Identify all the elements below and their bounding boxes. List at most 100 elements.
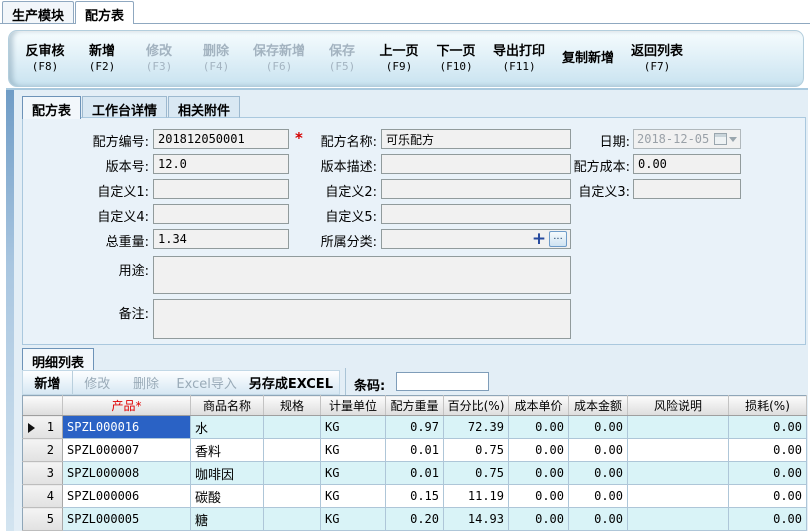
cell-unit[interactable]: KG xyxy=(321,462,386,485)
cell-unit[interactable]: KG xyxy=(321,416,386,439)
table-row: 1 SPZL000016 水 KG 0.97 72.39 0.00 0.00 0… xyxy=(23,416,807,439)
tab-related-attachments[interactable]: 相关附件 xyxy=(168,96,240,118)
cell-cost[interactable]: 0.00 xyxy=(569,439,628,462)
cell-cost[interactable]: 0.00 xyxy=(569,508,628,531)
cell-spec[interactable] xyxy=(264,485,321,508)
cell-unit-cost[interactable]: 0.00 xyxy=(509,485,569,508)
recipe-no-input[interactable] xyxy=(153,129,289,149)
next-page-button[interactable]: 下一页 (F10) xyxy=(436,36,476,82)
cell-weight[interactable]: 0.15 xyxy=(386,485,444,508)
col-spec: 规格 xyxy=(264,396,321,416)
save-as-excel-button[interactable]: 另存成EXCEL xyxy=(243,371,339,394)
cell-unit[interactable]: KG xyxy=(321,485,386,508)
row-header[interactable]: 2 xyxy=(23,439,63,462)
cell-unit-cost[interactable]: 0.00 xyxy=(509,439,569,462)
cell-cost[interactable]: 0.00 xyxy=(569,416,628,439)
save-new-button: 保存新增 (F6) xyxy=(253,36,305,82)
cell-loss[interactable]: 0.00 xyxy=(729,508,807,531)
cell-percent[interactable]: 72.39 xyxy=(444,416,509,439)
chevron-down-icon xyxy=(729,137,737,142)
cell-unit-cost[interactable]: 0.00 xyxy=(509,508,569,531)
cell-percent[interactable]: 14.93 xyxy=(444,508,509,531)
add-button[interactable]: 新增 (F2) xyxy=(82,36,122,82)
cell-loss[interactable]: 0.00 xyxy=(729,416,807,439)
cell-product[interactable]: SPZL000005 xyxy=(63,508,191,531)
barcode-input[interactable] xyxy=(396,372,489,391)
copy-new-button[interactable]: 复制新增 xyxy=(562,36,614,82)
cell-weight[interactable]: 0.01 xyxy=(386,462,444,485)
cell-spec[interactable] xyxy=(264,439,321,462)
row-header[interactable]: 5 xyxy=(23,508,63,531)
row-header[interactable]: 4 xyxy=(23,485,63,508)
export-print-button[interactable]: 导出打印 (F11) xyxy=(493,36,545,82)
usage-textarea[interactable] xyxy=(153,256,571,294)
cell-product[interactable]: SPZL000007 xyxy=(63,439,191,462)
prev-page-button[interactable]: 上一页 (F9) xyxy=(379,36,419,82)
button-label: 导出打印 xyxy=(493,44,545,60)
cell-product[interactable]: SPZL000008 xyxy=(63,462,191,485)
button-shortcut: (F4) xyxy=(203,60,230,73)
cell-percent[interactable]: 0.75 xyxy=(444,439,509,462)
cell-unit[interactable]: KG xyxy=(321,439,386,462)
col-cost: 成本金额 xyxy=(569,396,628,416)
cell-name[interactable]: 香料 xyxy=(191,439,264,462)
cell-spec[interactable] xyxy=(264,508,321,531)
cell-spec[interactable] xyxy=(264,416,321,439)
cell-name[interactable]: 咖啡因 xyxy=(191,462,264,485)
row-number: 3 xyxy=(47,466,54,480)
cell-weight[interactable]: 0.20 xyxy=(386,508,444,531)
cell-unit-cost[interactable]: 0.00 xyxy=(509,462,569,485)
cell-product[interactable]: SPZL000016 xyxy=(63,416,191,439)
cell-loss[interactable]: 0.00 xyxy=(729,462,807,485)
button-label: 保存 xyxy=(329,44,355,60)
version-no-label: 版本号: xyxy=(29,156,149,175)
cell-product[interactable]: SPZL000006 xyxy=(63,485,191,508)
cell-percent[interactable]: 0.75 xyxy=(444,462,509,485)
cell-risk[interactable] xyxy=(628,485,729,508)
version-no-input[interactable] xyxy=(153,154,289,174)
row-header[interactable]: 3 xyxy=(23,462,63,485)
cell-risk[interactable] xyxy=(628,439,729,462)
row-number: 5 xyxy=(47,512,54,526)
ingredient-table: 产品* 商品名称 规格 计量单位 配方重量 百分比(%) 成本单价 成本金额 风… xyxy=(22,395,807,531)
custom1-input[interactable] xyxy=(153,179,289,199)
row-header[interactable]: 1 xyxy=(23,416,63,439)
cell-name[interactable]: 碳酸 xyxy=(191,485,264,508)
main-toolbar: 反审核 (F8) 新增 (F2) 修改 (F3) 删除 (F4) 保存新增 (F… xyxy=(8,30,804,87)
custom5-input[interactable] xyxy=(381,204,571,224)
recipe-cost-input[interactable] xyxy=(633,154,741,174)
cell-weight[interactable]: 0.97 xyxy=(386,416,444,439)
cell-cost[interactable]: 0.00 xyxy=(569,485,628,508)
cell-unit[interactable]: KG xyxy=(321,508,386,531)
detail-list-tab[interactable]: 明细列表 xyxy=(22,348,94,370)
cell-spec[interactable] xyxy=(264,462,321,485)
cell-risk[interactable] xyxy=(628,462,729,485)
cell-cost[interactable]: 0.00 xyxy=(569,462,628,485)
tab-workbench-detail[interactable]: 工作台详情 xyxy=(82,96,167,118)
cell-loss[interactable]: 0.00 xyxy=(729,439,807,462)
tab-recipe-sheet[interactable]: 配方表 xyxy=(75,1,134,24)
cell-loss[interactable]: 0.00 xyxy=(729,485,807,508)
category-browse-button[interactable]: ... xyxy=(549,231,567,247)
recipe-cost-label: 配方成本: xyxy=(540,156,630,175)
cell-weight[interactable]: 0.01 xyxy=(386,439,444,462)
remark-textarea[interactable] xyxy=(153,299,571,339)
custom3-input[interactable] xyxy=(633,179,741,199)
cell-percent[interactable]: 11.19 xyxy=(444,485,509,508)
back-to-list-button[interactable]: 返回列表 (F7) xyxy=(631,36,683,82)
button-shortcut: (F3) xyxy=(146,60,173,73)
cell-name[interactable]: 糖 xyxy=(191,508,264,531)
tab-production-module[interactable]: 生产模块 xyxy=(2,1,74,23)
category-add-button[interactable]: + xyxy=(531,231,547,247)
cell-name[interactable]: 水 xyxy=(191,416,264,439)
cell-risk[interactable] xyxy=(628,508,729,531)
detail-add-button[interactable]: 新增 xyxy=(23,371,73,394)
detail-delete-button: 删除 xyxy=(122,371,171,394)
total-weight-input[interactable] xyxy=(153,229,289,249)
cell-risk[interactable] xyxy=(628,416,729,439)
custom4-input[interactable] xyxy=(153,204,289,224)
unaudit-button[interactable]: 反审核 (F8) xyxy=(25,36,65,82)
tab-recipe-form[interactable]: 配方表 xyxy=(22,96,81,119)
custom5-label: 自定义5: xyxy=(271,206,377,225)
cell-unit-cost[interactable]: 0.00 xyxy=(509,416,569,439)
